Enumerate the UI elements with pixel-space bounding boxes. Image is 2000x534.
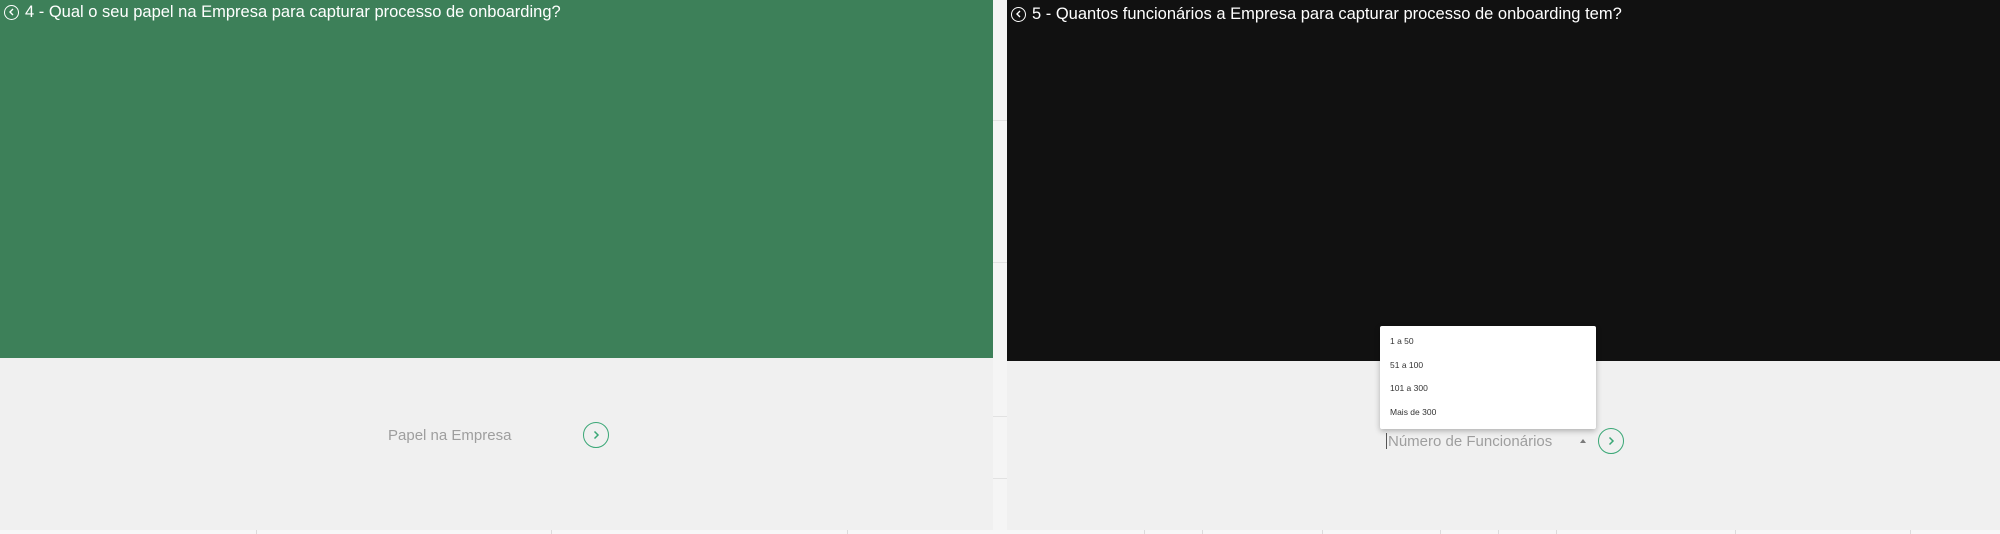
question-4-hero: 4 - Qual o seu papel na Empresa para cap… — [0, 0, 993, 358]
next-icon[interactable] — [583, 422, 609, 448]
role-field[interactable]: Papel na Empresa — [388, 427, 583, 444]
role-field-row: Papel na Empresa — [388, 422, 609, 448]
bottom-strip — [0, 530, 2000, 534]
caret-up-icon[interactable] — [1580, 439, 1586, 443]
question-5-text: 5 - Quantos funcionários a Empresa para … — [1032, 5, 1622, 23]
divider-tick — [1322, 530, 1323, 534]
text-cursor — [1386, 433, 1387, 449]
divider-tick — [1202, 530, 1203, 534]
question-4-text: 4 - Qual o seu papel na Empresa para cap… — [25, 3, 561, 21]
dropdown-option-101-300[interactable]: 101 a 300 — [1380, 377, 1596, 401]
divider-tick — [1735, 530, 1736, 534]
divider-tick — [1556, 530, 1557, 534]
question-4-header: 4 - Qual o seu papel na Empresa para cap… — [4, 2, 561, 22]
employee-count-dropdown: 1 a 50 51 a 100 101 a 300 Mais de 300 — [1380, 326, 1596, 429]
divider-tick — [1440, 530, 1441, 534]
dropdown-option-51-100[interactable]: 51 a 100 — [1380, 354, 1596, 378]
question-4-panel: 4 - Qual o seu papel na Empresa para cap… — [0, 0, 993, 534]
back-icon[interactable] — [1011, 6, 1026, 22]
back-icon[interactable] — [4, 4, 19, 20]
divider-tick — [1910, 530, 1911, 534]
divider-tick — [1498, 530, 1499, 534]
question-5-hero: 5 - Quantos funcionários a Empresa para … — [1007, 0, 2000, 361]
dropdown-option-more-300[interactable]: Mais de 300 — [1380, 401, 1596, 425]
divider-tick — [551, 530, 552, 534]
employee-count-field-row: Número de Funcionários — [1386, 428, 1624, 454]
divider-tick — [847, 530, 848, 534]
dropdown-option-1-50[interactable]: 1 a 50 — [1380, 330, 1596, 354]
divider-tick — [256, 530, 257, 534]
divider-tick — [1144, 530, 1145, 534]
employee-count-select[interactable]: Número de Funcionários — [1388, 433, 1580, 450]
question-5-header: 5 - Quantos funcionários a Empresa para … — [1011, 4, 1622, 24]
panel-divider — [993, 0, 1007, 534]
next-icon[interactable] — [1598, 428, 1624, 454]
